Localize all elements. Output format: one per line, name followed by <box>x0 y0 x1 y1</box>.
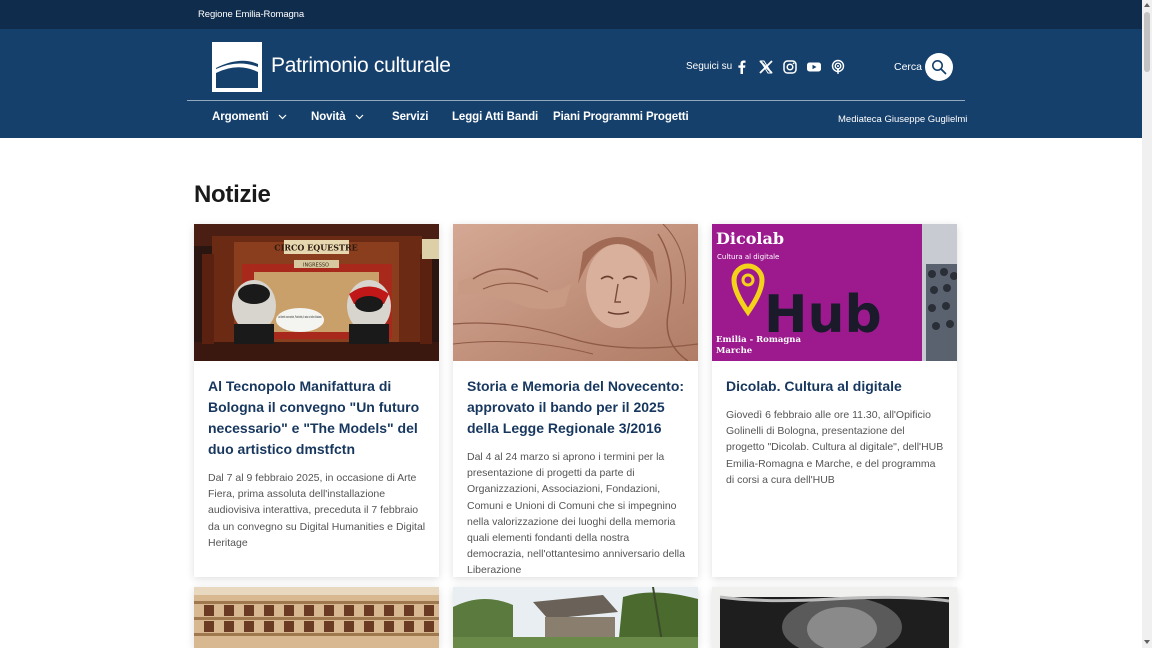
chevron-down-icon <box>278 114 287 120</box>
news-card-image-photo[interactable] <box>712 587 957 648</box>
nav-item-argomenti[interactable]: Argomenti <box>212 111 287 123</box>
nav-mediateca-link[interactable]: Mediateca Giuseppe Guglielmi <box>838 114 967 125</box>
nav-item-novita[interactable]: Novità <box>311 111 364 123</box>
nav-item-leggi-atti-bandi[interactable]: Leggi Atti Bandi <box>452 111 538 123</box>
entrance-sign-text: INGRESSO <box>303 263 329 269</box>
site-header: Patrimonio culturale Seguici su Cerca Ar… <box>0 29 1142 138</box>
x-twitter-icon[interactable] <box>758 59 774 75</box>
dicolab-region-2: Marche <box>716 346 753 356</box>
news-card[interactable]: CIRCO EQUESTRE INGRESSO La libertà non e… <box>194 224 439 577</box>
circus-sign-text: CIRCO EQUESTRE <box>274 243 358 253</box>
news-card[interactable]: Dicolab Cultura al digitale Hub Emilia -… <box>712 224 957 577</box>
chevron-down-icon <box>355 114 363 120</box>
speech-bubble-text: La libertà non esiste, Pulcinella, è sol… <box>278 314 322 319</box>
nav-label: Leggi Atti Bandi <box>452 111 539 123</box>
header-divider <box>187 100 965 101</box>
news-card-image-theatre[interactable] <box>194 587 439 648</box>
search-label: Cerca <box>894 61 923 73</box>
news-card-title[interactable]: Dicolab. Cultura al digitale <box>726 376 946 397</box>
instagram-icon[interactable] <box>782 59 798 75</box>
news-card-text: Dal 7 al 9 febbraio 2025, in occasione d… <box>208 472 426 549</box>
news-card-image: CIRCO EQUESTRE INGRESSO La libertà non e… <box>194 224 439 361</box>
scrollbar[interactable] <box>1142 0 1152 648</box>
nav-item-servizi[interactable]: Servizi <box>392 111 428 123</box>
nav-label: Servizi <box>392 111 429 123</box>
search-button[interactable] <box>925 53 953 81</box>
news-card-title[interactable]: Storia e Memoria del Novecento: approvat… <box>467 376 687 439</box>
facebook-icon[interactable] <box>734 59 750 75</box>
podcast-icon[interactable] <box>830 59 846 75</box>
news-card-image: Dicolab Cultura al digitale Hub Emilia -… <box>712 224 957 361</box>
nav-item-piani-programmi-progetti[interactable]: Piani Programmi Progetti <box>553 111 689 123</box>
news-card-image <box>453 224 698 361</box>
scrollbar-thumb[interactable] <box>1144 12 1150 72</box>
search-icon <box>932 60 947 75</box>
scroll-up-arrow-icon[interactable] <box>1144 3 1150 7</box>
news-card[interactable]: Storia e Memoria del Novecento: approvat… <box>453 224 698 577</box>
news-card-text: Giovedì 6 febbraio alle ore 11.30, all'O… <box>726 409 944 486</box>
dicolab-region-1: Emilia - Romagna <box>716 335 801 345</box>
nav-label: Novità <box>311 111 346 123</box>
page-title: Notizie <box>194 181 271 208</box>
nav-label: Piani Programmi Progetti <box>553 111 689 123</box>
nav-label: Argomenti <box>212 111 269 123</box>
news-card-text: Dal 4 al 24 marzo si aprono i termini pe… <box>467 451 685 577</box>
slim-header: Regione Emilia-Romagna <box>0 0 1142 29</box>
site-logo[interactable] <box>212 42 262 92</box>
youtube-icon[interactable] <box>806 59 822 75</box>
scroll-down-arrow-icon[interactable] <box>1144 640 1150 644</box>
follow-label: Seguici su <box>686 61 733 72</box>
site-title[interactable]: Patrimonio culturale <box>271 54 451 78</box>
region-link[interactable]: Regione Emilia-Romagna <box>198 9 304 20</box>
news-card-title[interactable]: Al Tecnopolo Manifattura di Bologna il c… <box>208 376 428 460</box>
dicolab-brand-text: Dicolab <box>716 229 784 248</box>
dicolab-sub-text: Cultura al digitale <box>717 253 779 261</box>
news-card-image-landscape[interactable] <box>453 587 698 648</box>
